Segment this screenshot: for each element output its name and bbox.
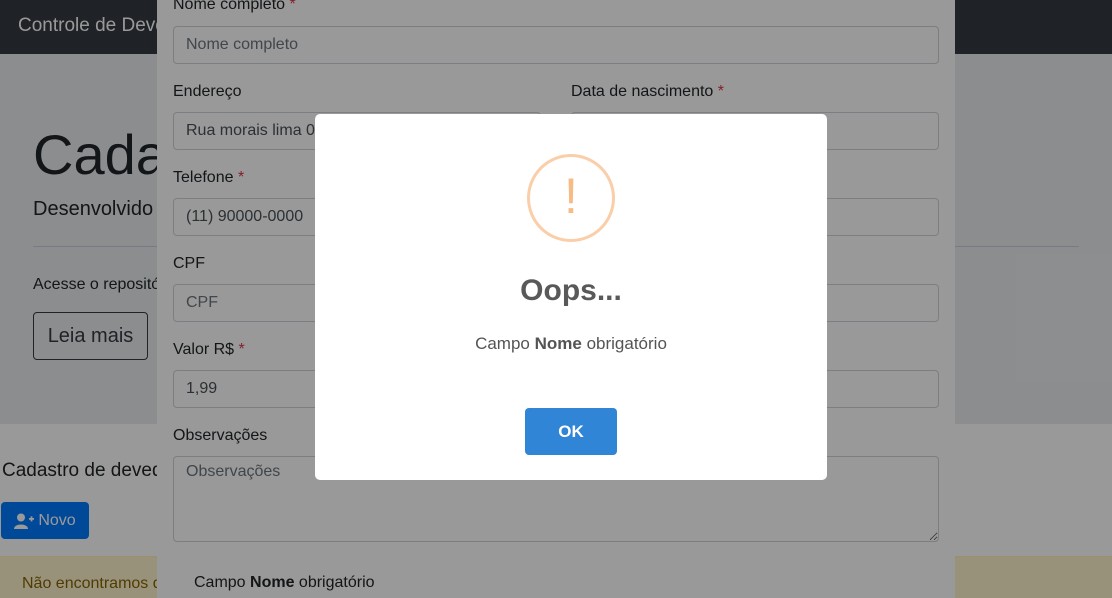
ok-button[interactable]: OK [525, 408, 617, 455]
warning-glyph: ! [564, 168, 578, 224]
warning-icon: ! [527, 154, 615, 242]
popup-title: Oops... [520, 274, 622, 307]
alert-popup: ! Oops... Campo Nome obrigatório OK [315, 114, 827, 480]
popup-message: Campo Nome obrigatório [475, 334, 667, 353]
